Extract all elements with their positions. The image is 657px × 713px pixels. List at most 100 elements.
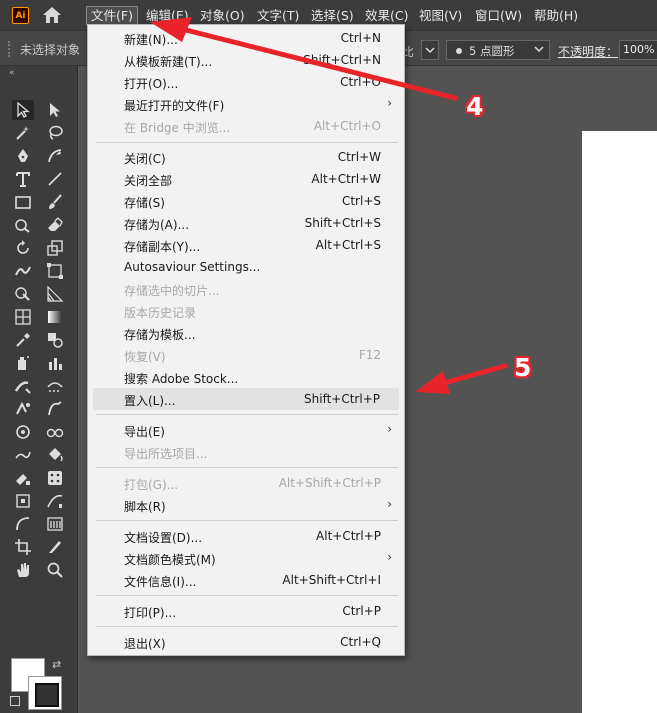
paint-bucket-icon[interactable] xyxy=(44,445,66,465)
panel-grip[interactable] xyxy=(8,41,12,57)
magic-wand-icon[interactable] xyxy=(12,123,34,143)
menu-item-close[interactable]: 关闭(C) Ctrl+W xyxy=(88,146,406,168)
dice-icon[interactable] xyxy=(44,468,66,488)
swap-colors-icon[interactable]: ⇄ xyxy=(52,658,61,671)
menu-select[interactable]: 选择(S) xyxy=(307,6,358,25)
menu-item-print[interactable]: 打印(P)... Ctrl+P xyxy=(88,600,406,622)
rotate-tool-icon[interactable] xyxy=(12,238,34,258)
pen-tool-icon[interactable] xyxy=(12,146,34,166)
opacity-label[interactable]: 不透明度： xyxy=(558,43,618,60)
spiral-icon[interactable] xyxy=(12,422,34,442)
crop-image-icon[interactable] xyxy=(12,491,34,511)
menu-view[interactable]: 视图(V) xyxy=(415,6,466,25)
menu-separator xyxy=(96,414,398,415)
type-tool-icon[interactable] xyxy=(12,169,34,189)
menu-help[interactable]: 帮助(H) xyxy=(530,6,582,25)
menu-item-document-color-mode[interactable]: 文档颜色模式(M) › xyxy=(88,547,406,569)
scale-tool-icon[interactable] xyxy=(44,238,66,258)
annotation-step-5: 5 xyxy=(514,353,532,382)
app-logo: Ai xyxy=(12,7,29,24)
menu-item-save-as-template[interactable]: 存储为模板... xyxy=(88,322,406,344)
artboard-crop-icon[interactable] xyxy=(12,537,34,557)
menu-item-file-info[interactable]: 文件信息(I)... Alt+Shift+Ctrl+I xyxy=(88,569,406,591)
curvature-tool-icon[interactable] xyxy=(44,146,66,166)
eyedropper-icon[interactable] xyxy=(12,330,34,350)
menu-item-autosaviour-settings[interactable]: Autosaviour Settings... xyxy=(88,256,406,278)
menu-item-close-all[interactable]: 关闭全部 Alt+Ctrl+W xyxy=(88,168,406,190)
width-tool-icon[interactable] xyxy=(12,261,34,281)
zoom-tool-icon[interactable] xyxy=(44,560,66,580)
menu-file[interactable]: 文件(F) xyxy=(86,6,138,25)
menu-item-browse-bridge[interactable]: 在 Bridge 中浏览... Alt+Ctrl+O xyxy=(88,115,406,137)
lasso-icon[interactable] xyxy=(44,123,66,143)
chevron-down-icon xyxy=(425,47,435,54)
free-transform-icon[interactable] xyxy=(44,261,66,281)
stroke-dropdown[interactable] xyxy=(421,40,439,60)
menu-item-exit[interactable]: 退出(X) Ctrl+Q xyxy=(88,631,406,653)
artboard[interactable] xyxy=(582,131,657,713)
menu-item-recent-files[interactable]: 最近打开的文件(F) › xyxy=(88,93,406,115)
chevron-right-icon: › xyxy=(387,550,392,564)
bar-chart-icon[interactable] xyxy=(44,514,66,534)
menu-item-place[interactable]: 置入(L)... Shift+Ctrl+P xyxy=(93,388,399,410)
menu-item-version-history[interactable]: 版本历史记录 xyxy=(88,300,406,322)
menu-separator xyxy=(96,142,398,143)
curve-tool-icon[interactable] xyxy=(12,514,34,534)
menu-item-open[interactable]: 打开(O)... Ctrl+O xyxy=(88,71,406,93)
line-tool-icon[interactable] xyxy=(44,169,66,189)
menu-item-revert[interactable]: 恢复(V) F12 xyxy=(88,344,406,366)
direct-selection-tool-icon[interactable] xyxy=(44,100,66,120)
chart-icon[interactable] xyxy=(44,491,66,511)
menu-item-save[interactable]: 存储(S) Ctrl+S xyxy=(88,190,406,212)
menu-item-save-slices[interactable]: 存储选中的切片... xyxy=(88,278,406,300)
menu-item-save-as[interactable]: 存储为(A)... Shift+Ctrl+S xyxy=(88,212,406,234)
home-icon[interactable] xyxy=(42,6,62,24)
menu-window[interactable]: 窗口(W) xyxy=(471,6,526,25)
chevron-right-icon: › xyxy=(387,422,392,436)
menu-separator xyxy=(96,520,398,521)
default-colors-icon[interactable] xyxy=(10,696,20,706)
blend-tool-icon[interactable] xyxy=(44,330,66,350)
menu-effect[interactable]: 效果(C) xyxy=(361,6,412,25)
glasses-icon[interactable] xyxy=(44,422,66,442)
warp-tool-icon[interactable] xyxy=(44,399,66,419)
menu-item-document-setup[interactable]: 文档设置(D)... Alt+Ctrl+P xyxy=(88,525,406,547)
puppet-warp-icon[interactable] xyxy=(12,399,34,419)
menu-type[interactable]: 文字(T) xyxy=(253,6,303,25)
knife-icon[interactable] xyxy=(44,537,66,557)
path-tool-icon[interactable] xyxy=(12,445,34,465)
stroke-color-swatch[interactable] xyxy=(28,676,62,710)
annotation-step-4: 4 xyxy=(466,92,484,121)
menu-item-new-from-template[interactable]: 从模板新建(T)... Shift+Ctrl+N xyxy=(88,49,406,71)
hand-tool-icon[interactable] xyxy=(12,560,34,580)
menu-edit[interactable]: 编辑(E) xyxy=(142,6,193,25)
shaper-tool-icon[interactable] xyxy=(12,215,34,235)
paintbrush-icon[interactable] xyxy=(44,192,66,212)
menu-item-new[interactable]: 新建(N)... Ctrl+N xyxy=(88,27,406,49)
rectangle-tool-icon[interactable] xyxy=(12,192,34,212)
brush-dot-icon xyxy=(456,48,462,54)
column-graph-icon[interactable] xyxy=(44,353,66,373)
menu-separator xyxy=(96,595,398,596)
menu-item-save-copy[interactable]: 存储副本(Y)... Alt+Ctrl+S xyxy=(88,234,406,256)
selection-tool-icon[interactable] xyxy=(12,100,34,120)
menu-object[interactable]: 对象(O) xyxy=(196,6,249,25)
live-paint-icon[interactable] xyxy=(12,468,34,488)
eraser-icon[interactable] xyxy=(44,215,66,235)
collapse-panel-icon[interactable]: « xyxy=(9,68,15,78)
chevron-down-icon[interactable] xyxy=(533,43,545,55)
menu-item-package[interactable]: 打包(G)... Alt+Shift+Ctrl+P xyxy=(88,472,406,494)
menu-item-scripts[interactable]: 脚本(R) › xyxy=(88,494,406,516)
gradient-tool-icon[interactable] xyxy=(44,307,66,327)
artboard-tool-icon[interactable] xyxy=(12,376,34,396)
shape-builder-icon[interactable] xyxy=(12,284,34,304)
symbol-sprayer-icon[interactable] xyxy=(12,353,34,373)
menu-item-export-selection[interactable]: 导出所选项目... xyxy=(88,441,406,463)
slice-tool-icon[interactable] xyxy=(44,376,66,396)
mesh-tool-icon[interactable] xyxy=(12,307,34,327)
perspective-grid-icon[interactable] xyxy=(44,284,66,304)
menu-item-export[interactable]: 导出(E) › xyxy=(88,419,406,441)
brush-label: 5 点圆形 xyxy=(469,44,515,58)
menu-item-search-adobe-stock[interactable]: 搜索 Adobe Stock... xyxy=(88,366,406,388)
selection-status: 未选择对象 xyxy=(20,43,81,57)
